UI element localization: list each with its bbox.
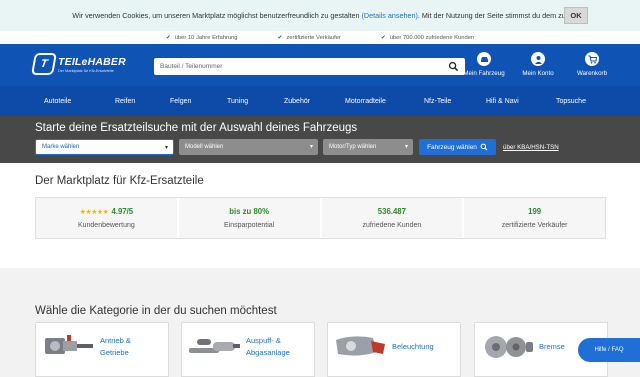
main-nav: Autoteile Reifen Felgen Tuning Zubehör M… <box>0 86 640 116</box>
exhaust-icon <box>189 339 240 353</box>
stats-row: ★★★★★ 4.97/5 Kundenbewertung bis zu 80% E… <box>35 197 606 239</box>
stat-rating: ★★★★★ 4.97/5 Kundenbewertung <box>36 198 179 238</box>
help-faq-button[interactable]: Hilfe / FAQ <box>578 338 640 362</box>
site-header: T TEILeHABER Der Marktplatz für Kfz-Ersa… <box>0 44 640 86</box>
trust-item: ✔ zertifizierte Verkäufer <box>278 35 341 41</box>
user-icon <box>531 52 545 66</box>
category-label-line1: Bremse <box>539 342 565 351</box>
vehicle-search: Starte deine Ersatzteilsuche mit der Aus… <box>0 116 640 163</box>
check-icon: ✔ <box>277 34 283 41</box>
brake-disc-icon <box>485 336 533 358</box>
chevron-down-icon: ▾ <box>404 144 408 150</box>
trust-item: ✔ über 10 Jahre Erfahrung <box>166 35 238 41</box>
kba-hsn-tsn-link[interactable]: über KBA/HSN-TSN <box>503 144 559 151</box>
stat-value: 199 <box>528 207 542 216</box>
trust-label: über 10 Jahre Erfahrung <box>174 34 238 41</box>
nav-item-felgen[interactable]: Felgen <box>170 98 227 105</box>
select-vehicle-button[interactable]: Fahrzeug wählen <box>419 139 496 155</box>
car-icon <box>477 52 491 66</box>
chevron-down-icon: ▾ <box>164 145 168 151</box>
nav-item-autoteile[interactable]: Autoteile <box>44 98 115 105</box>
cookie-ok-button[interactable]: OK <box>564 7 588 24</box>
category-label: Beleuchtung <box>392 341 434 353</box>
logo-name: TEILeHABER <box>58 55 126 68</box>
stat-value: 536.487 <box>377 207 406 216</box>
stat-sellers: 199 zertifizierte Verkäufer <box>464 198 605 238</box>
nav-item-motorradteile[interactable]: Motorradteile <box>345 98 424 105</box>
nav-item-reifen[interactable]: Reifen <box>115 98 170 105</box>
drivetrain-icon <box>45 335 93 354</box>
vehicle-search-title: Starte deine Ersatzteilsuche mit der Aus… <box>35 122 358 134</box>
cookie-text: Wir verwenden Cookies, um unseren Marktp… <box>72 11 567 20</box>
stat-label: Einsparpotential <box>224 222 275 229</box>
stat-label: zertifizierte Verkäufer <box>501 222 568 229</box>
cart-button[interactable]: Warenkorb <box>570 52 614 77</box>
star-rating-icon: ★★★★★ <box>79 209 109 216</box>
stat-label: Kundenbewertung <box>77 222 135 229</box>
stat-label: zufriedene Kunden <box>362 222 422 229</box>
cookie-details-link[interactable]: (Details ansehen) <box>362 11 418 20</box>
category-label-line1: Beleuchtung <box>392 342 434 351</box>
category-card-beleuchtung[interactable]: Beleuchtung <box>327 322 461 377</box>
nav-item-topsuche[interactable]: Topsuche <box>556 98 586 105</box>
my-account-label: Mein Konto <box>522 70 554 77</box>
search-icon[interactable] <box>448 61 459 72</box>
category-label: Antrieb & Getriebe <box>100 335 131 359</box>
categories-section: Wähle die Kategorie in der du suchen möc… <box>0 291 640 377</box>
select-vehicle-label: Fahrzeug wählen <box>427 143 477 151</box>
header-actions: Mein Fahrzeug Mein Konto Warenkorb <box>462 52 614 77</box>
category-label-line2: Abgasanlage <box>246 348 290 357</box>
stat-value: ★★★★★ 4.97/5 <box>80 207 134 216</box>
model-select-value: Modell wählen <box>185 144 224 150</box>
cookie-text-after: . Mit der Nutzung der Seite stimmst du d… <box>417 11 568 20</box>
check-icon: ✔ <box>165 34 171 41</box>
site-logo[interactable]: T TEILeHABER Der Marktplatz für Kfz-Ersa… <box>31 53 126 75</box>
rating-value: 4.97/5 <box>111 207 134 216</box>
category-label-line1: Antrieb & <box>100 336 131 345</box>
brand-select[interactable]: Marke wählen ▾ <box>35 139 174 155</box>
search-placeholder: Bauteil / Teilenummer <box>160 63 223 70</box>
model-select[interactable]: Modell wählen ▾ <box>179 139 318 155</box>
nav-item-hifi-navi[interactable]: Hifi & Navi <box>486 98 556 105</box>
category-card-antrieb[interactable]: Antrieb & Getriebe <box>35 322 169 377</box>
trust-label: zertifizierte Verkäufer <box>286 34 341 41</box>
stat-customers: 536.487 zufriedene Kunden <box>321 198 465 238</box>
nav-item-zubehoer[interactable]: Zubehör <box>284 98 345 105</box>
check-icon: ✔ <box>380 34 386 41</box>
category-label: Bremse <box>539 341 565 353</box>
my-vehicle-label: Mein Fahrzeug <box>463 70 505 77</box>
nav-item-nfz-teile[interactable]: Nfz-Teile <box>424 98 486 105</box>
chevron-down-icon: ▾ <box>309 144 313 150</box>
marketplace-section: Der Marktplatz für Kfz-Ersatzteile ★★★★★… <box>0 163 640 268</box>
engine-select[interactable]: Motor/Typ wählen ▾ <box>323 139 413 155</box>
cart-icon <box>585 52 599 66</box>
headlight-icon <box>336 336 385 356</box>
cart-label: Warenkorb <box>576 70 608 77</box>
search-input[interactable]: Bauteil / Teilenummer <box>154 58 465 75</box>
marketplace-title: Der Marktplatz für Kfz-Ersatzteile <box>35 175 204 187</box>
search-icon <box>480 143 488 151</box>
logo-subtitle: Der Marktplatz für Kfz-Ersatzteile <box>58 68 114 73</box>
engine-select-value: Motor/Typ wählen <box>329 144 377 150</box>
my-vehicle-button[interactable]: Mein Fahrzeug <box>462 52 506 77</box>
category-label-line1: Auspuff- & <box>246 336 281 345</box>
my-account-button[interactable]: Mein Konto <box>516 52 560 77</box>
nav-item-tuning[interactable]: Tuning <box>227 98 284 105</box>
logo-text: TEILeHABER Der Marktplatz für Kfz-Ersatz… <box>58 56 126 73</box>
logo-mark-icon: T <box>31 53 57 75</box>
category-card-auspuff[interactable]: Auspuff- & Abgasanlage <box>181 322 315 377</box>
stat-savings: bis zu 80% Einsparpotential <box>178 198 322 238</box>
brand-select-value: Marke wählen <box>42 144 80 150</box>
trust-strip: ✔ über 10 Jahre Erfahrung ✔ zertifizierte … <box>0 31 640 44</box>
stat-value: bis zu 80% <box>229 207 270 216</box>
category-label: Auspuff- & Abgasanlage <box>246 335 290 359</box>
trust-item: ✔ über 700.000 zufriedene Kunden <box>381 35 474 41</box>
cookie-text-before: Wir verwenden Cookies, um unseren Marktp… <box>72 11 362 20</box>
cookie-banner: Wir verwenden Cookies, um unseren Marktp… <box>0 0 640 31</box>
trust-label: über 700.000 zufriedene Kunden <box>389 34 475 41</box>
categories-title: Wähle die Kategorie in der du suchen möc… <box>35 305 277 317</box>
category-label-line2: Getriebe <box>100 348 129 357</box>
